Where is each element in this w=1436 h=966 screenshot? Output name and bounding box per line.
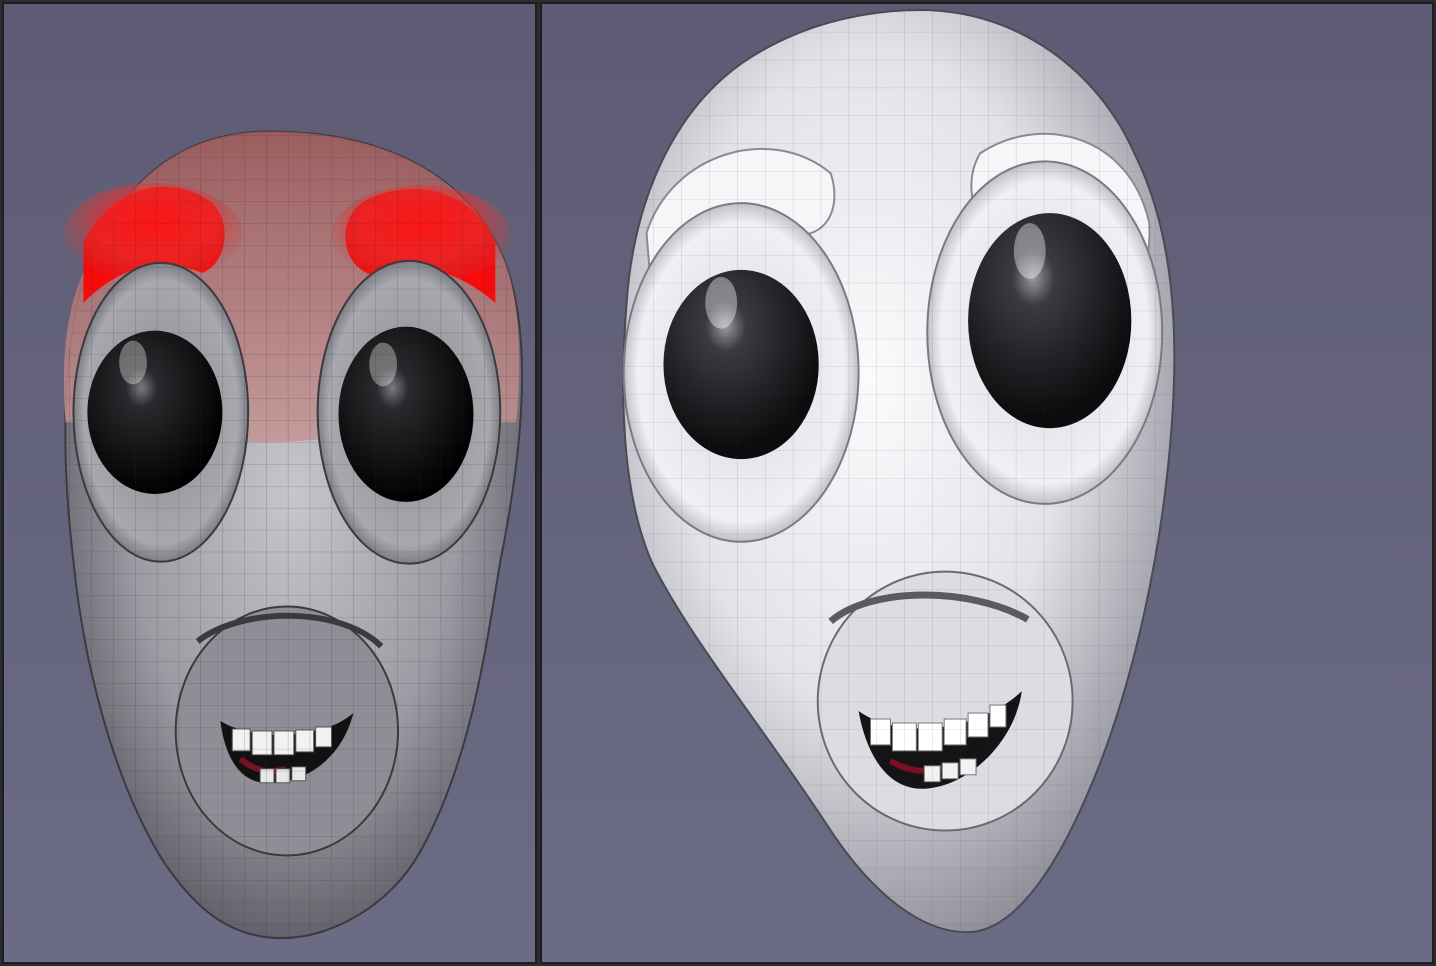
head-mesh-icon[interactable] [542, 4, 1432, 962]
sculpt-app [0, 0, 1436, 966]
head-mesh-icon[interactable] [4, 4, 535, 962]
viewport-right[interactable] [540, 2, 1434, 964]
viewport-left[interactable] [2, 2, 537, 964]
